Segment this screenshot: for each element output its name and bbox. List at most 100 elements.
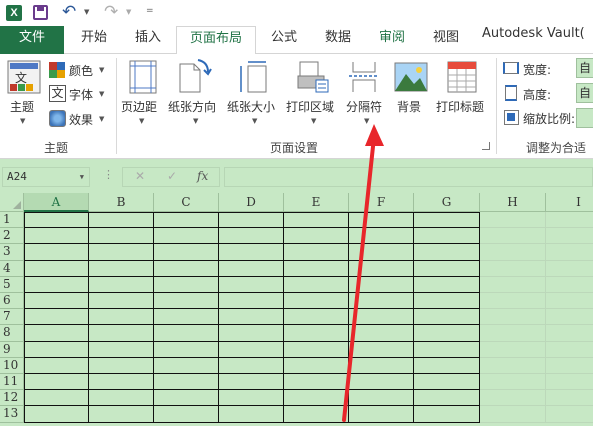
height-select[interactable]: 自 xyxy=(576,83,593,103)
cell-D4[interactable] xyxy=(219,260,284,277)
tab-page-layout[interactable]: 页面布局 xyxy=(176,26,256,55)
column-header[interactable]: I xyxy=(546,193,593,212)
cell-G7[interactable] xyxy=(414,309,480,326)
column-header[interactable]: F xyxy=(349,193,414,212)
cancel-icon[interactable]: ✕ xyxy=(135,169,145,183)
cell-F5[interactable] xyxy=(349,276,414,293)
select-all-button[interactable] xyxy=(0,193,24,212)
cell-I9[interactable] xyxy=(546,342,593,358)
row-header[interactable]: 8 xyxy=(0,325,24,342)
cell-A7[interactable] xyxy=(24,309,89,326)
cell-A9[interactable] xyxy=(24,341,89,358)
cell-A11[interactable] xyxy=(24,374,89,391)
cell-B13[interactable] xyxy=(89,406,154,423)
redo-icon[interactable]: ↷ xyxy=(104,2,118,22)
cell-I11[interactable] xyxy=(546,374,593,391)
tab-home[interactable]: 开始 xyxy=(70,26,118,54)
cell-F12[interactable] xyxy=(349,390,414,407)
cell-G4[interactable] xyxy=(414,260,480,277)
cell-F3[interactable] xyxy=(349,244,414,261)
column-header[interactable]: D xyxy=(219,193,284,212)
cell-H9[interactable] xyxy=(480,341,546,358)
cell-D3[interactable] xyxy=(219,244,284,261)
cell-H2[interactable] xyxy=(480,228,546,245)
cell-C10[interactable] xyxy=(154,357,219,374)
cell-B12[interactable] xyxy=(89,390,154,407)
column-header[interactable]: E xyxy=(284,193,349,212)
customize-toolbar-icon[interactable]: = xyxy=(146,6,154,16)
column-header[interactable]: H xyxy=(480,193,546,212)
cell-C12[interactable] xyxy=(154,390,219,407)
cell-G6[interactable] xyxy=(414,293,480,310)
row-header[interactable]: 5 xyxy=(0,276,24,293)
cell-D11[interactable] xyxy=(219,374,284,391)
cell-G11[interactable] xyxy=(414,374,480,391)
cell-H1[interactable] xyxy=(480,212,546,229)
cell-B3[interactable] xyxy=(89,244,154,261)
column-header[interactable]: G xyxy=(414,193,480,212)
cell-C4[interactable] xyxy=(154,260,219,277)
row-header[interactable]: 9 xyxy=(0,341,24,358)
cell-A3[interactable] xyxy=(24,244,89,261)
cell-E6[interactable] xyxy=(284,293,349,310)
cell-C3[interactable] xyxy=(154,244,219,261)
undo-icon[interactable]: ↶ xyxy=(62,2,76,22)
cell-G9[interactable] xyxy=(414,341,480,358)
name-box-dropdown-icon[interactable]: ▼ xyxy=(80,168,84,186)
cell-A2[interactable] xyxy=(24,228,89,245)
cell-B1[interactable] xyxy=(89,212,154,229)
row-header[interactable]: 2 xyxy=(0,228,24,245)
width-select[interactable]: 自 xyxy=(576,58,593,78)
tab-view[interactable]: 视图 xyxy=(424,26,468,54)
row-header[interactable]: 13 xyxy=(0,406,24,423)
cell-E3[interactable] xyxy=(284,244,349,261)
column-header[interactable]: C xyxy=(154,193,219,212)
scale-input[interactable] xyxy=(576,108,593,128)
cell-I10[interactable] xyxy=(546,358,593,374)
cell-G8[interactable] xyxy=(414,325,480,342)
cell-C2[interactable] xyxy=(154,228,219,245)
cell-A12[interactable] xyxy=(24,390,89,407)
cell-E11[interactable] xyxy=(284,374,349,391)
enter-icon[interactable]: ✓ xyxy=(167,169,177,183)
cell-H3[interactable] xyxy=(480,244,546,261)
redo-dropdown-icon[interactable]: ▼ xyxy=(126,8,131,16)
cell-E4[interactable] xyxy=(284,260,349,277)
row-header[interactable]: 3 xyxy=(0,244,24,261)
cell-F7[interactable] xyxy=(349,309,414,326)
row-header[interactable]: 10 xyxy=(0,357,24,374)
cell-D1[interactable] xyxy=(219,212,284,229)
cell-I12[interactable] xyxy=(546,390,593,407)
cell-B11[interactable] xyxy=(89,374,154,391)
cell-F6[interactable] xyxy=(349,293,414,310)
cell-A6[interactable] xyxy=(24,293,89,310)
cell-C7[interactable] xyxy=(154,309,219,326)
cell-D6[interactable] xyxy=(219,293,284,310)
cell-I7[interactable] xyxy=(546,309,593,326)
cell-A1[interactable] xyxy=(24,212,89,229)
cell-G2[interactable] xyxy=(414,228,480,245)
cell-A5[interactable] xyxy=(24,276,89,293)
formula-bar-splitter[interactable]: ⋮ xyxy=(103,168,114,181)
cell-H12[interactable] xyxy=(480,390,546,407)
cell-H8[interactable] xyxy=(480,325,546,342)
name-box[interactable]: A24 ▼ xyxy=(2,167,90,187)
cell-H7[interactable] xyxy=(480,309,546,326)
cell-A10[interactable] xyxy=(24,357,89,374)
cell-A8[interactable] xyxy=(24,325,89,342)
cell-H5[interactable] xyxy=(480,276,546,293)
cell-D10[interactable] xyxy=(219,357,284,374)
cell-E13[interactable] xyxy=(284,406,349,423)
cell-I3[interactable] xyxy=(546,244,593,261)
cell-I8[interactable] xyxy=(546,325,593,342)
cell-C8[interactable] xyxy=(154,325,219,342)
cell-F2[interactable] xyxy=(349,228,414,245)
cell-G3[interactable] xyxy=(414,244,480,261)
cell-C5[interactable] xyxy=(154,276,219,293)
cell-D5[interactable] xyxy=(219,276,284,293)
cell-F9[interactable] xyxy=(349,341,414,358)
cell-G5[interactable] xyxy=(414,276,480,293)
cell-B2[interactable] xyxy=(89,228,154,245)
cell-F1[interactable] xyxy=(349,212,414,229)
cell-D2[interactable] xyxy=(219,228,284,245)
